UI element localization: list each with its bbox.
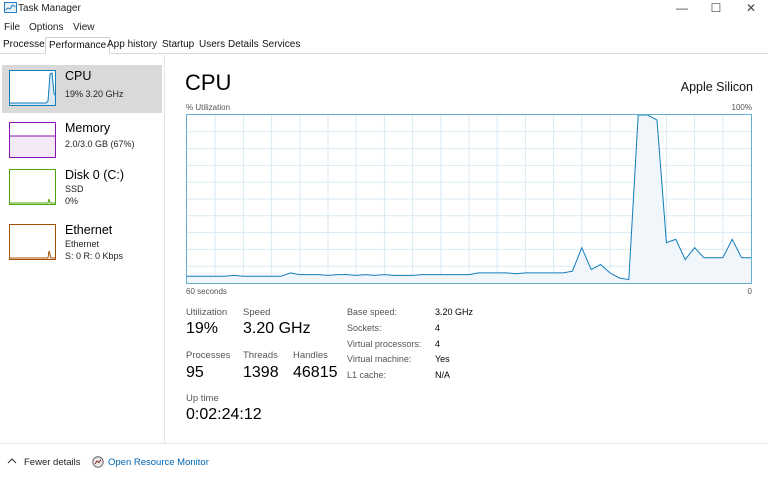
sidebar-memory-title: Memory — [65, 121, 111, 135]
sidebar-ethernet-title: Ethernet — [65, 223, 113, 237]
spec-virtual-processors-label: Virtual processors: — [347, 339, 422, 349]
sidebar-ethernet-adapter: Ethernet — [65, 239, 100, 249]
sidebar-item-ethernet[interactable]: Ethernet Ethernet S: 0 R: 0 Kbps — [2, 219, 162, 267]
processes-label: Processes — [186, 350, 231, 361]
tab-performance[interactable]: Performance — [45, 37, 111, 54]
spec-base-speed-value: 3.20 GHz — [435, 307, 474, 317]
sidebar-disk-type: SSD — [65, 184, 84, 194]
processor-name: Apple Silicon — [680, 80, 753, 94]
speed-value: 3.20 GHz — [243, 320, 311, 337]
tab-bar: Processes Performance App history Startu… — [0, 37, 768, 54]
tab-details[interactable]: Details — [228, 39, 259, 50]
sidebar-item-disk[interactable]: Disk 0 (C:) SSD 0% — [2, 164, 162, 212]
tab-processes[interactable]: Processes — [3, 39, 50, 50]
open-resource-monitor-link[interactable]: Open Resource Monitor — [108, 457, 209, 468]
speed-label: Speed — [243, 307, 271, 318]
sidebar-cpu-title: CPU — [65, 69, 92, 83]
window-title: Task Manager — [18, 3, 81, 14]
menu-file[interactable]: File — [4, 22, 20, 33]
resource-monitor-icon — [92, 456, 104, 468]
maximize-button[interactable]: ☐ — [699, 0, 733, 17]
title-bar: Task Manager — ☐ ✕ — [0, 0, 768, 17]
close-button[interactable]: ✕ — [734, 0, 768, 17]
handles-label: Handles — [293, 350, 328, 361]
handles-value: 46815 — [293, 364, 338, 381]
graph-xmin-label: 0 — [747, 287, 752, 296]
sidebar-item-memory[interactable]: Memory 2.0/3.0 GB (67%) — [2, 117, 162, 165]
graph-xlabel: 60 seconds — [186, 287, 227, 296]
minimize-button[interactable]: — — [665, 0, 699, 17]
sidebar-disk-usage: 0% — [65, 196, 79, 206]
sidebar-cpu-usage: 19% 3.20 GHz — [65, 89, 124, 99]
menu-options[interactable]: Options — [29, 22, 63, 33]
spec-l1-cache-label: L1 cache: — [347, 370, 387, 380]
graph-ylabel: % Utilization — [186, 103, 231, 112]
spec-sockets-label: Sockets: — [347, 323, 382, 333]
tab-startup[interactable]: Startup — [162, 39, 194, 50]
threads-label: Threads — [243, 350, 278, 361]
sidebar-memory-usage: 2.0/3.0 GB (67%) — [65, 139, 135, 149]
processes-value: 95 — [186, 364, 204, 381]
resource-sidebar: CPU 19% 3.20 GHz Memory 2.0/3.0 GB (67%)… — [0, 55, 165, 443]
spec-base-speed-label: Base speed: — [347, 307, 398, 317]
sidebar-disk-title: Disk 0 (C:) — [65, 168, 125, 182]
tab-app-history[interactable]: App history — [107, 39, 157, 50]
memory-thumbnail-graph — [9, 122, 56, 158]
cpu-chart-svg — [187, 115, 751, 283]
spec-virtual-machine-value: Yes — [435, 354, 450, 364]
uptime-label: Up time — [186, 393, 219, 404]
utilization-value: 19% — [186, 320, 219, 337]
footer-bar: Fewer details Open Resource Monitor — [0, 443, 768, 478]
page-title: CPU — [185, 70, 232, 95]
tab-users[interactable]: Users — [199, 39, 225, 50]
fewer-details-button[interactable]: Fewer details — [24, 457, 81, 468]
graph-ymax-label: 100% — [731, 103, 752, 112]
uptime-value: 0:02:24:12 — [186, 406, 262, 423]
chevron-up-icon[interactable] — [7, 457, 17, 465]
cpu-utilization-graph — [186, 114, 752, 284]
spec-l1-cache-value: N/A — [435, 370, 451, 380]
spec-sockets-value: 4 — [435, 323, 441, 333]
spec-virtual-machine-label: Virtual machine: — [347, 354, 412, 364]
sidebar-ethernet-throughput: S: 0 R: 0 Kbps — [65, 251, 124, 261]
spec-virtual-processors-value: 4 — [435, 339, 441, 349]
ethernet-thumbnail-graph — [9, 224, 56, 260]
disk-thumbnail-graph — [9, 169, 56, 205]
sidebar-item-cpu[interactable]: CPU 19% 3.20 GHz — [2, 65, 162, 113]
utilization-label: Utilization — [186, 307, 228, 318]
menu-view[interactable]: View — [73, 22, 95, 33]
tab-services[interactable]: Services — [262, 39, 300, 50]
threads-value: 1398 — [243, 364, 279, 381]
cpu-thumbnail-graph — [9, 70, 56, 106]
task-manager-icon — [4, 2, 17, 13]
